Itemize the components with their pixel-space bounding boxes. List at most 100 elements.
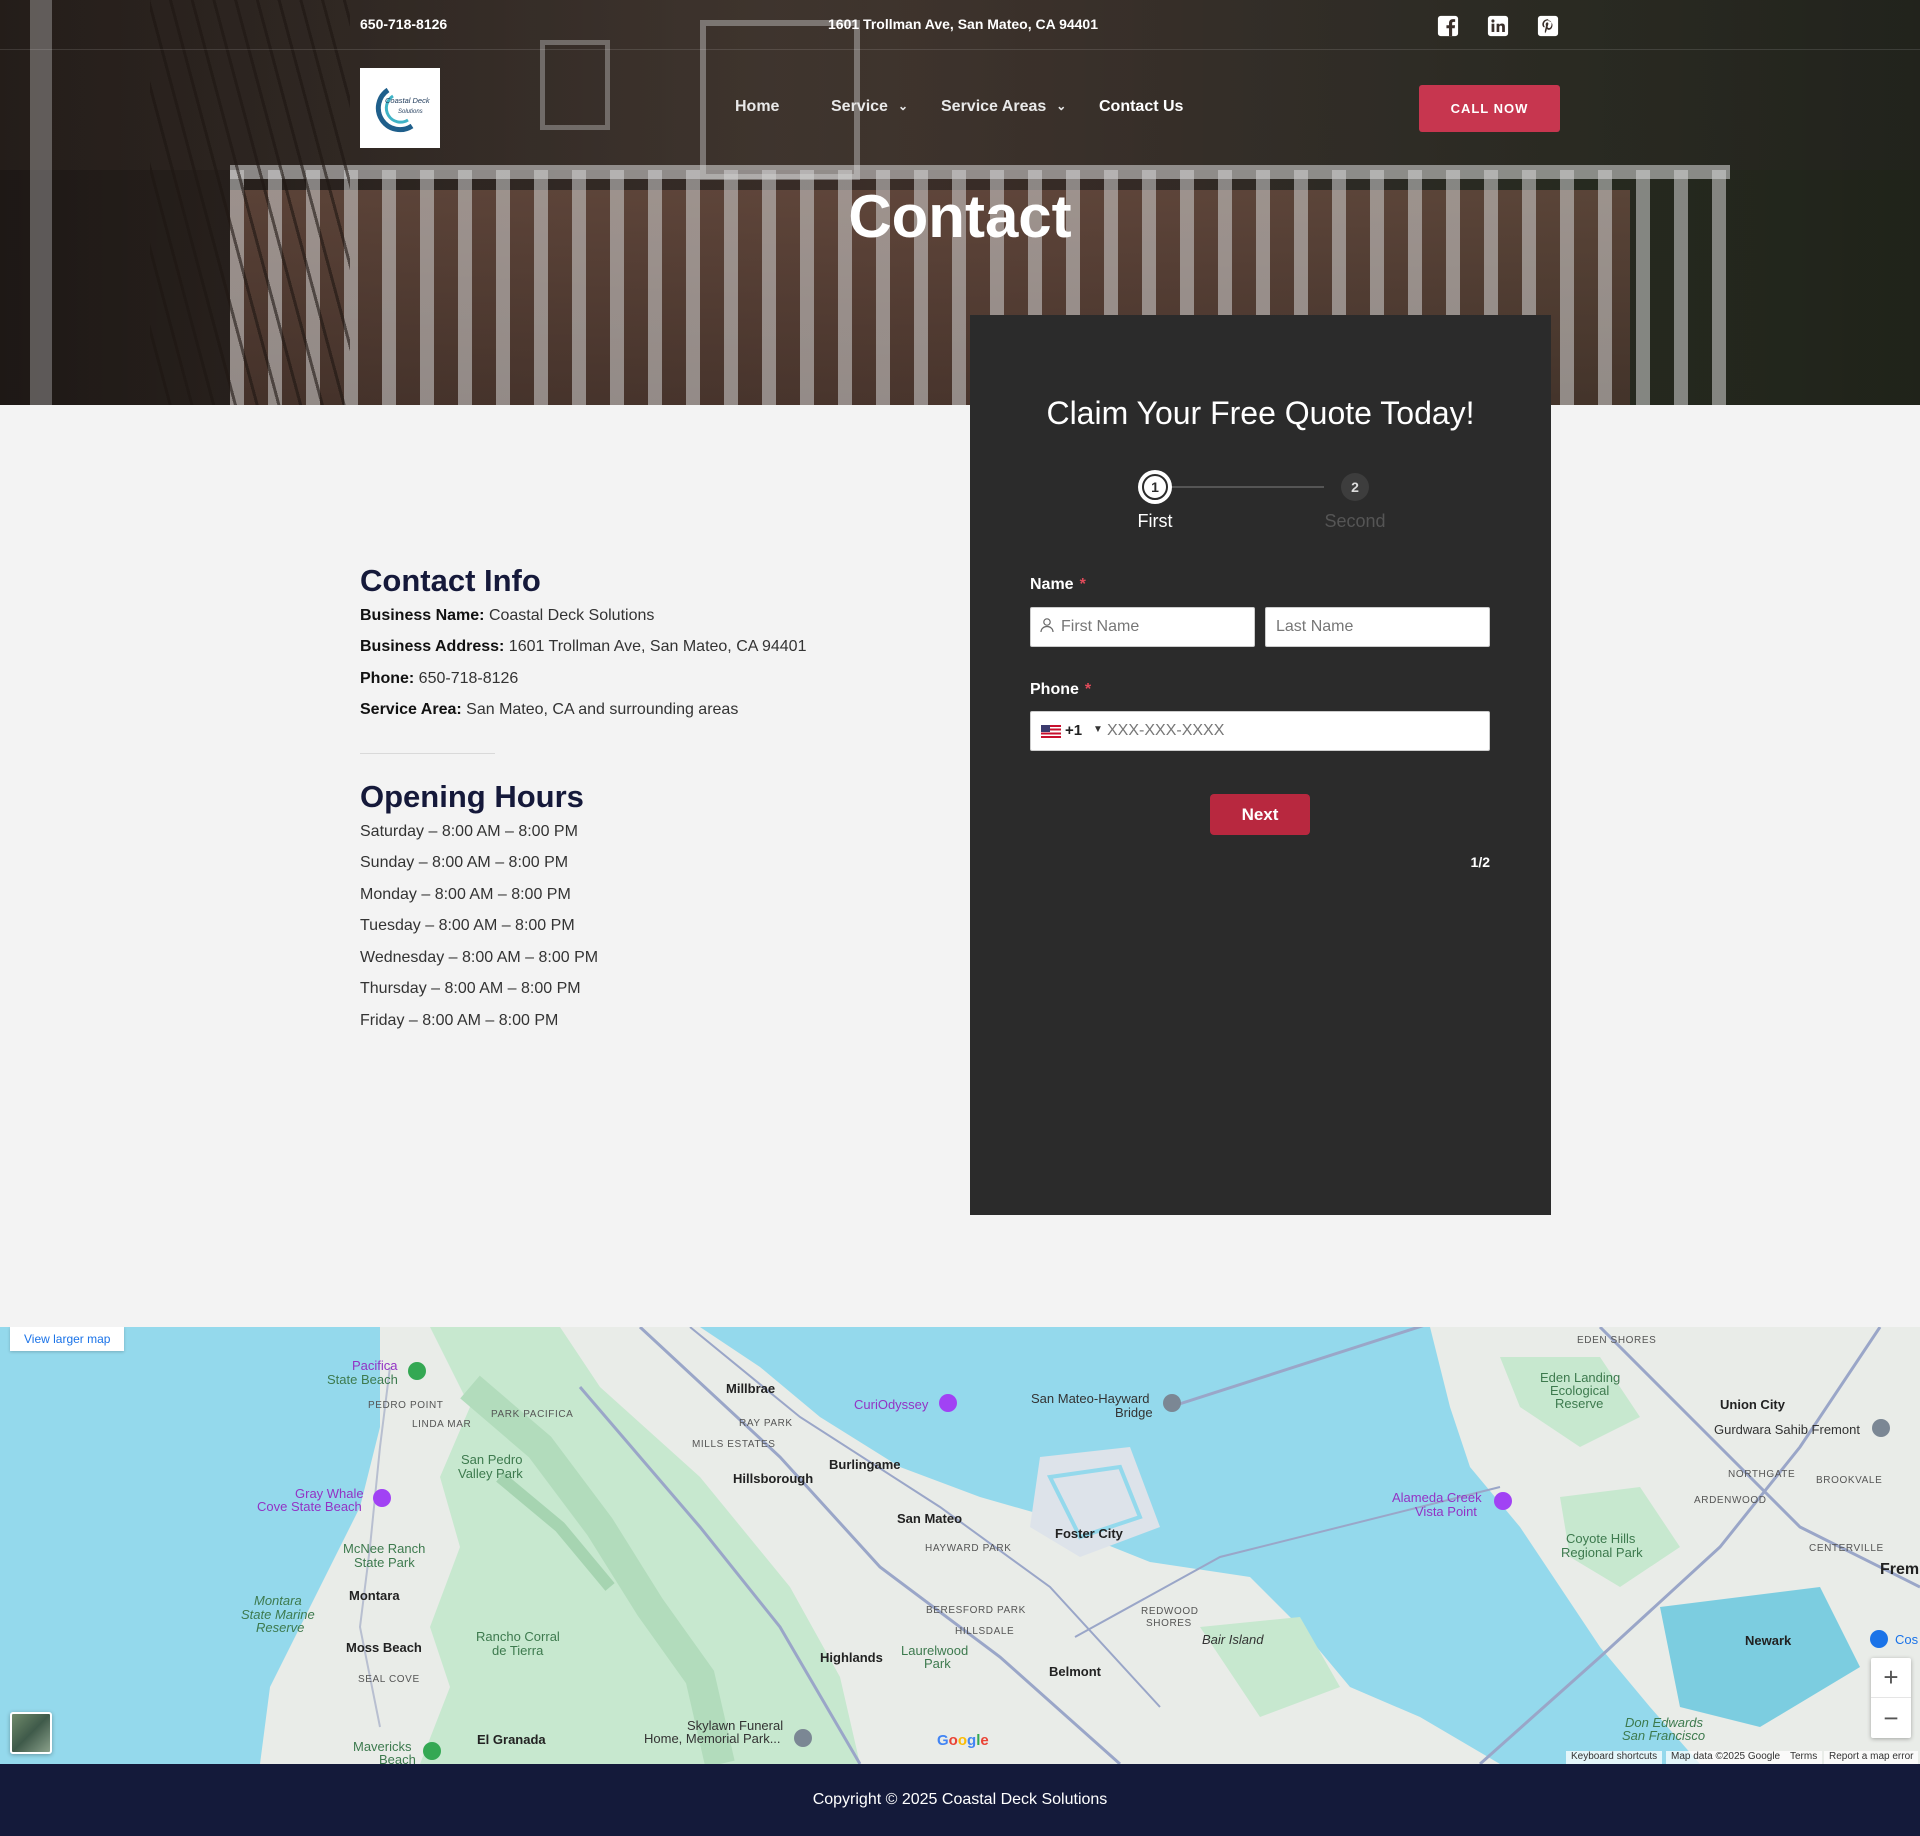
- nav-service-label: Service: [831, 98, 888, 115]
- map-label: Belmont: [1049, 1664, 1101, 1679]
- first-name-input[interactable]: [1030, 607, 1255, 647]
- step-2-indicator: 2: [1341, 473, 1369, 501]
- last-name-input[interactable]: [1265, 607, 1490, 647]
- phone-input[interactable]: [1103, 712, 1483, 750]
- map-label: Cove State Beach: [257, 1499, 362, 1514]
- map-label: REDWOOD: [1141, 1606, 1199, 1617]
- satellite-toggle-thumbnail[interactable]: [10, 1712, 52, 1754]
- nav-home-label: Home: [735, 98, 780, 115]
- nav-service-areas[interactable]: Service Areas ⌄: [941, 98, 1066, 116]
- map-label: BROOKVALE: [1816, 1475, 1883, 1486]
- business-name-value: Coastal Deck Solutions: [488, 607, 655, 624]
- service-area-row: Service Area: San Mateo, CA and surround…: [360, 701, 738, 719]
- google-logo-letter: G: [937, 1732, 949, 1749]
- step-2-label: Second: [1324, 511, 1386, 531]
- map-label: MILLS ESTATES: [692, 1439, 776, 1450]
- name-field-label: Name *: [1030, 576, 1086, 594]
- zoom-in-button[interactable]: +: [1871, 1658, 1911, 1698]
- phone-label: Phone:: [360, 670, 415, 687]
- facebook-icon[interactable]: [1437, 15, 1459, 37]
- map-label: Regional Park: [1561, 1545, 1643, 1560]
- map-label: RAY PARK: [739, 1418, 793, 1429]
- phone-label-text: Phone: [1030, 681, 1079, 698]
- map-label: Beach: [379, 1752, 416, 1764]
- phone-field-label: Phone *: [1030, 681, 1091, 699]
- name-label-text: Name: [1030, 576, 1074, 593]
- map-label: Union City: [1720, 1397, 1785, 1412]
- business-name-label: Business Name:: [360, 607, 485, 624]
- map-label: ARDENWOOD: [1694, 1495, 1767, 1506]
- person-icon: [1040, 618, 1054, 633]
- map-label: SEAL COVE: [358, 1674, 420, 1685]
- linkedin-icon[interactable]: [1487, 15, 1509, 37]
- form-title: Claim Your Free Quote Today!: [1046, 395, 1475, 431]
- map-label: Reserve: [1555, 1396, 1604, 1411]
- map-label: San Pedro: [461, 1452, 523, 1467]
- map-label: State Park: [354, 1555, 415, 1570]
- map-label: CENTERVILLE: [1809, 1543, 1884, 1554]
- chevron-down-icon: ⌄: [897, 99, 908, 113]
- page-title: Contact: [848, 183, 1072, 250]
- nav-service[interactable]: Service ⌄: [831, 98, 908, 116]
- google-logo-letter: g: [967, 1732, 977, 1749]
- map-label: SHORES: [1146, 1618, 1192, 1629]
- map-data-attribution: Map data ©2025 Google: [1666, 1751, 1786, 1764]
- google-logo-letter: e: [980, 1732, 989, 1749]
- google-map[interactable]: View larger map Pacifica State Beach PED…: [0, 1327, 1920, 1764]
- map-label: LINDA MAR: [412, 1419, 472, 1430]
- hours-row: Saturday – 8:00 AM – 8:00 PM: [360, 823, 578, 840]
- call-now-button[interactable]: CALL NOW: [1419, 85, 1560, 132]
- chevron-down-icon: ⌄: [1056, 99, 1067, 113]
- map-label: Park: [924, 1656, 951, 1671]
- country-dial-code[interactable]: +1: [1065, 722, 1082, 739]
- step-progress-line: [1155, 486, 1324, 488]
- nav-contact-us[interactable]: Contact Us: [1099, 98, 1183, 116]
- map-label: San Mateo-Hayward: [1031, 1391, 1150, 1406]
- pinterest-icon[interactable]: [1537, 15, 1559, 37]
- map-label: Gurdwara Sahib Fremont: [1714, 1422, 1860, 1437]
- section-divider: [360, 753, 495, 754]
- map-label: State Beach: [327, 1372, 398, 1387]
- caret-down-icon[interactable]: ▼: [1093, 724, 1103, 735]
- map-label: San Mateo: [897, 1511, 963, 1526]
- map-label: Valley Park: [458, 1466, 523, 1481]
- map-label: HILLSDALE: [955, 1626, 1015, 1637]
- map-label: Pacifica: [352, 1358, 398, 1373]
- topbar-address: 1601 Trollman Ave, San Mateo, CA 94401: [828, 16, 1099, 32]
- us-flag-icon[interactable]: [1041, 725, 1061, 738]
- hours-row: Sunday – 8:00 AM – 8:00 PM: [360, 854, 569, 871]
- map-label: Millbrae: [726, 1381, 776, 1396]
- site-logo[interactable]: Coastal Deck Solutions: [360, 68, 440, 148]
- nav-service-areas-label: Service Areas: [941, 98, 1047, 115]
- terms-link[interactable]: Terms: [1785, 1751, 1823, 1764]
- view-larger-map-link[interactable]: View larger map: [10, 1327, 125, 1351]
- top-bar: 650-718-8126 1601 Trollman Ave, San Mate…: [0, 0, 1920, 50]
- topbar-phone[interactable]: 650-718-8126: [360, 16, 447, 32]
- hours-row: Thursday – 8:00 AM – 8:00 PM: [360, 980, 581, 997]
- report-map-error-link[interactable]: Report a map error: [1824, 1751, 1919, 1764]
- keyboard-shortcuts-link[interactable]: Keyboard shortcuts: [1566, 1751, 1663, 1764]
- next-button[interactable]: Next: [1210, 794, 1310, 835]
- map-label: San Francisco: [1622, 1728, 1706, 1743]
- copyright-text: Copyright © 2025 Coastal Deck Solutions: [812, 1791, 1108, 1808]
- footer: Copyright © 2025 Coastal Deck Solutions: [0, 1764, 1920, 1836]
- map-label: HAYWARD PARK: [925, 1543, 1012, 1554]
- map-label: PEDRO POINT: [368, 1400, 444, 1411]
- map-label: Montara: [349, 1588, 400, 1603]
- hours-row: Friday – 8:00 AM – 8:00 PM: [360, 1012, 559, 1029]
- nav-contact-us-label: Contact Us: [1099, 98, 1184, 115]
- nav-home[interactable]: Home: [735, 98, 779, 116]
- phone-row: Phone: 650-718-8126: [360, 670, 518, 688]
- map-label: Newark: [1745, 1633, 1792, 1648]
- map-label: Home, Memorial Park...: [644, 1731, 781, 1746]
- logo-text-line2: Solutions: [398, 109, 423, 115]
- phone-value: 650-718-8126: [418, 670, 519, 687]
- business-name-row: Business Name: Coastal Deck Solutions: [360, 607, 654, 625]
- map-label: Cos: [1895, 1632, 1919, 1647]
- map-label: Vista Point: [1415, 1504, 1477, 1519]
- map-label: Bair Island: [1202, 1632, 1264, 1647]
- map-label: Alameda Creek: [1392, 1490, 1482, 1505]
- hours-row: Monday – 8:00 AM – 8:00 PM: [360, 886, 571, 903]
- zoom-out-button[interactable]: −: [1871, 1698, 1911, 1738]
- service-area-value: San Mateo, CA and surrounding areas: [466, 701, 739, 718]
